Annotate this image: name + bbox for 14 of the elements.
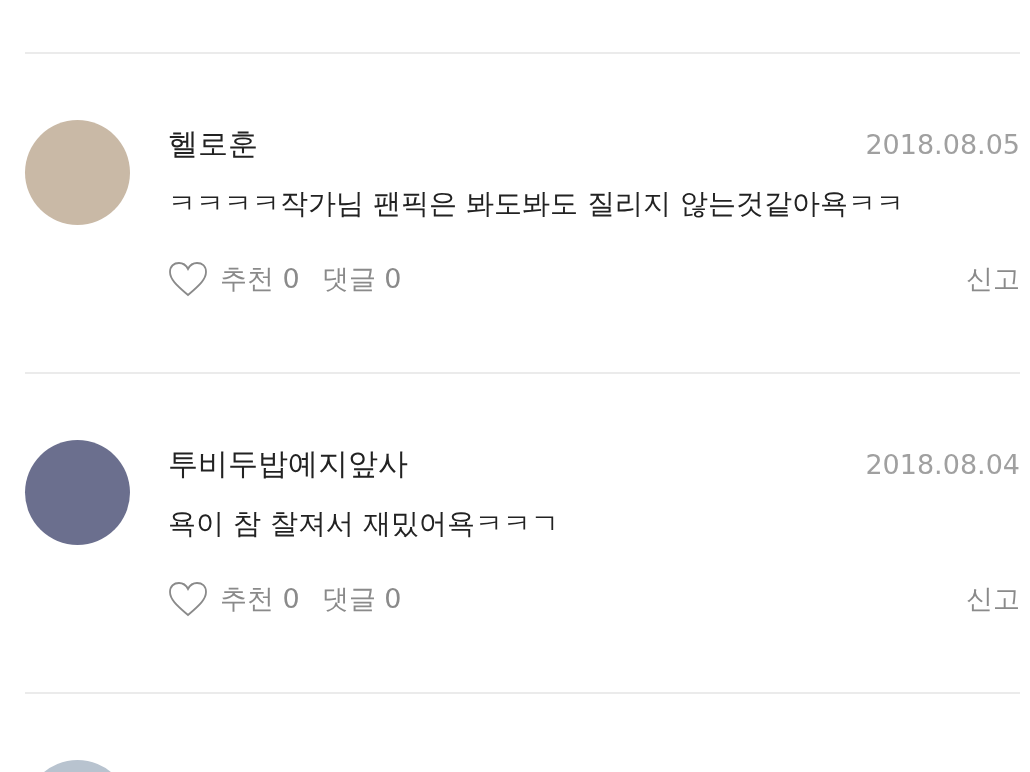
report-button[interactable]: 신고 — [966, 581, 1020, 617]
comment-date: 2018.08.04 — [865, 449, 1020, 480]
heart-icon[interactable] — [168, 581, 208, 617]
comment-text: ㅋㅋㅋㅋ작가님 팬픽은 봐도봐도 질리지 않는것같아욕ㅋㅋ — [168, 186, 905, 222]
recommend-button[interactable]: 추천 0 — [220, 261, 318, 297]
recommend-button[interactable]: 추천 0 — [220, 581, 318, 617]
comment-date: 2018.08.05 — [865, 129, 1020, 160]
heart-icon[interactable] — [168, 261, 208, 297]
reply-button[interactable]: 댓글 0 — [321, 581, 420, 617]
author-name[interactable]: 투비두밥예지앞사 — [168, 444, 408, 485]
comment-text: 욕이 참 찰져서 재밌어욕ㅋㅋㄱ — [168, 506, 560, 542]
reply-button[interactable]: 댓글 0 — [321, 261, 420, 297]
author-name[interactable]: 헬로훈 — [168, 124, 258, 165]
report-button[interactable]: 신고 — [966, 261, 1020, 297]
